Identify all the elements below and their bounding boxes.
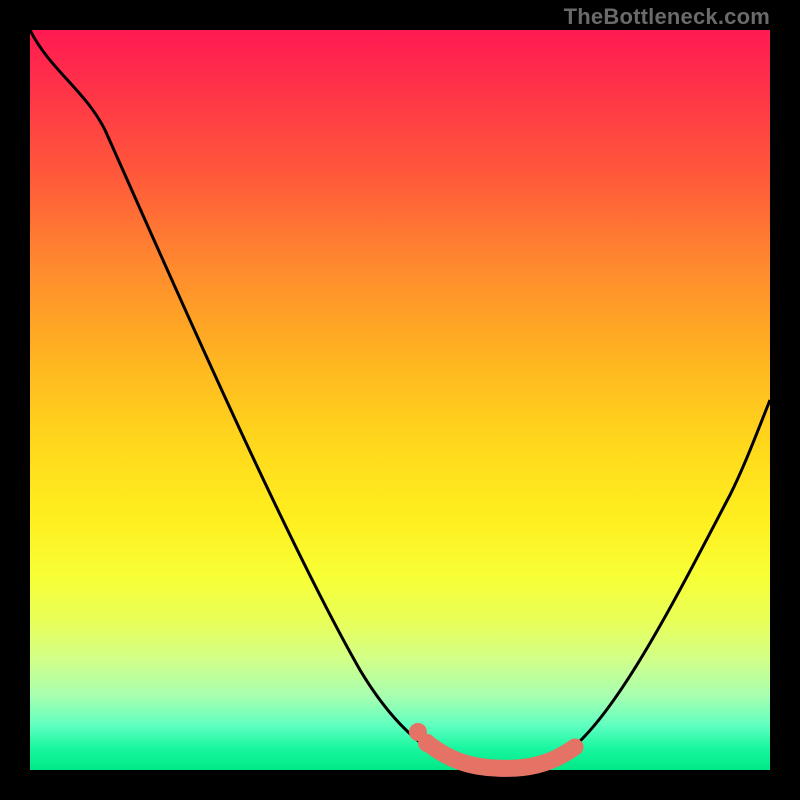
highlight-band	[430, 745, 575, 768]
marker-dot	[418, 734, 436, 752]
curve-layer	[30, 30, 770, 770]
bottleneck-curve	[30, 30, 770, 769]
attribution-label: TheBottleneck.com	[564, 4, 770, 30]
chart-frame: TheBottleneck.com	[0, 0, 800, 800]
gradient-plot-area	[30, 30, 770, 770]
